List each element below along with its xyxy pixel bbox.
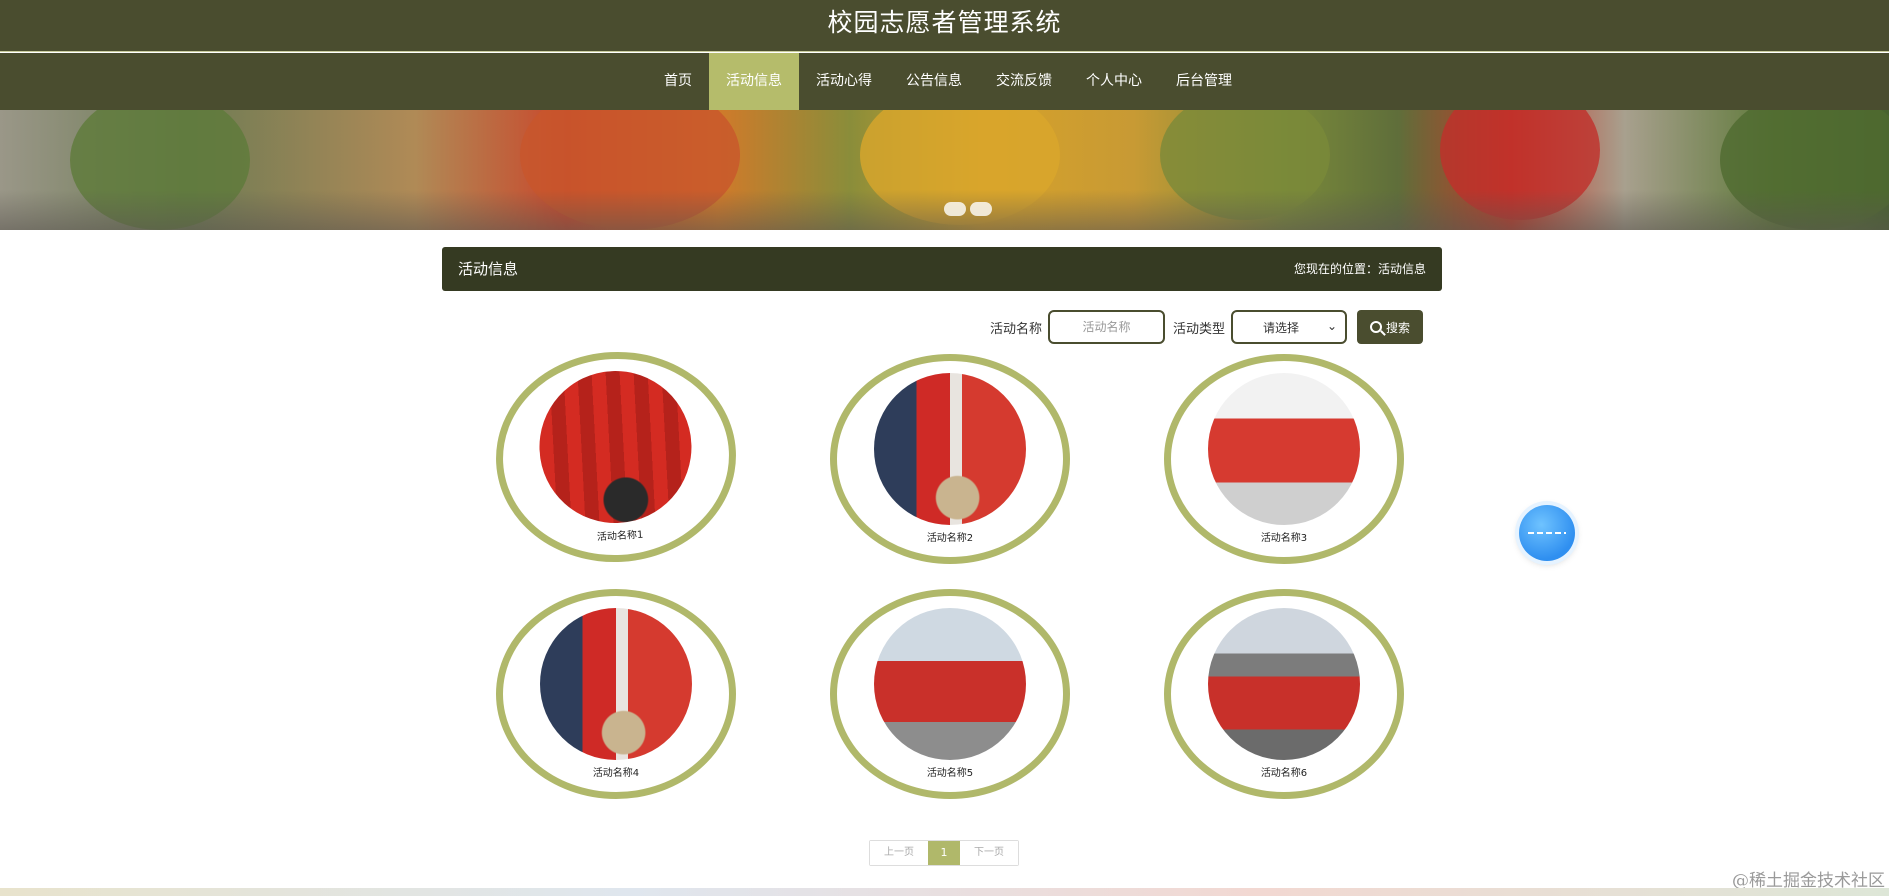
activity-name-input[interactable] bbox=[1048, 310, 1166, 344]
search-bar: 活动名称 活动类型 请选择 ⌄ 搜索 bbox=[990, 310, 1424, 344]
nav-item-home[interactable]: 首页 bbox=[647, 53, 709, 110]
activity-name: 活动名称3 bbox=[1260, 533, 1308, 544]
activity-card[interactable]: 活动名称1 bbox=[490, 345, 742, 569]
carousel-dot[interactable] bbox=[944, 202, 966, 216]
section-title: 活动信息 bbox=[458, 260, 519, 278]
pagination: 上一页 1 下一页 bbox=[869, 840, 1019, 866]
nav-item-feedback[interactable]: 交流反馈 bbox=[979, 53, 1069, 110]
banner-carousel-dots bbox=[944, 202, 992, 216]
volunteer-street-group-photo bbox=[874, 608, 1026, 760]
nav-item-admin[interactable]: 后台管理 bbox=[1159, 53, 1249, 110]
breadcrumb: 您现在的位置：活动信息 bbox=[1293, 262, 1426, 276]
activity-card[interactable]: 活动名称6 bbox=[1164, 589, 1404, 799]
activity-name: 活动名称4 bbox=[592, 768, 640, 779]
hero-banner bbox=[0, 110, 1889, 230]
search-button[interactable]: 搜索 bbox=[1357, 310, 1424, 344]
nav-list: 首页 活动信息 活动心得 公告信息 交流反馈 个人中心 后台管理 bbox=[647, 53, 1249, 110]
activity-card[interactable]: 活动名称2 bbox=[830, 354, 1070, 564]
activity-card[interactable]: 活动名称3 bbox=[1164, 354, 1404, 564]
volunteers-donation-photo bbox=[874, 373, 1026, 525]
main-nav: 首页 活动信息 活动心得 公告信息 交流反馈 个人中心 后台管理 bbox=[0, 53, 1889, 110]
nav-item-activities[interactable]: 活动信息 bbox=[709, 53, 799, 110]
site-title: 校园志愿者管理系统 bbox=[827, 8, 1062, 37]
activity-name: 活动名称1 bbox=[596, 529, 644, 544]
carousel-dot[interactable] bbox=[970, 202, 992, 216]
site-header: 校园志愿者管理系统 bbox=[0, 0, 1889, 52]
activity-name: 活动名称6 bbox=[1260, 768, 1308, 779]
page-number-current[interactable]: 1 bbox=[928, 841, 960, 865]
activity-name: 活动名称2 bbox=[926, 533, 974, 544]
floating-assistant-button[interactable] bbox=[1519, 505, 1575, 561]
search-button-label: 搜索 bbox=[1386, 320, 1411, 335]
volunteers-red-banner-photo bbox=[535, 367, 696, 527]
activity-card[interactable]: 活动名称5 bbox=[830, 589, 1070, 799]
volunteer-group-photo bbox=[1208, 373, 1360, 525]
bubble-dashes-icon bbox=[1528, 532, 1566, 534]
next-page-button[interactable]: 下一页 bbox=[960, 841, 1018, 865]
activity-type-value: 请选择 bbox=[1263, 320, 1300, 335]
search-icon bbox=[1370, 321, 1383, 333]
nav-item-experiences[interactable]: 活动心得 bbox=[799, 53, 889, 110]
nav-item-profile[interactable]: 个人中心 bbox=[1069, 53, 1159, 110]
activity-type-select[interactable]: 请选择 ⌄ bbox=[1231, 310, 1348, 344]
volunteers-donation-photo bbox=[540, 608, 692, 760]
activity-name: 活动名称5 bbox=[926, 768, 974, 779]
volunteer-flag-photo bbox=[1208, 608, 1360, 760]
activity-name-label: 活动名称 bbox=[990, 321, 1043, 337]
nav-item-announcements[interactable]: 公告信息 bbox=[889, 53, 979, 110]
section-header: 活动信息 您现在的位置：活动信息 bbox=[442, 247, 1442, 291]
bottom-strip bbox=[0, 888, 1889, 896]
activity-type-label: 活动类型 bbox=[1173, 321, 1226, 337]
chevron-down-icon: ⌄ bbox=[1326, 319, 1338, 333]
activity-card[interactable]: 活动名称4 bbox=[496, 589, 736, 799]
prev-page-button[interactable]: 上一页 bbox=[870, 841, 928, 865]
